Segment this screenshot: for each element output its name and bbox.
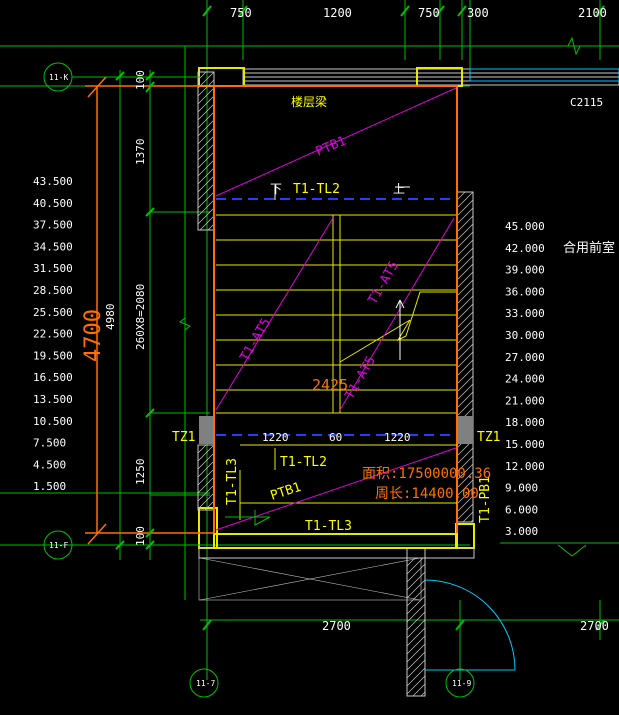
dim-1200: 1200 [323, 6, 352, 20]
label-60: 60 [329, 431, 342, 444]
dim-1250: 1250 [134, 459, 147, 486]
right-elevation-8: 21.000 [505, 394, 545, 407]
bottom-dimension-labels: 2700 2700 [322, 619, 609, 633]
dim-1370: 1370 [134, 139, 147, 166]
left-elevation-12: 7.500 [33, 437, 66, 450]
axis-labels: 11-K 11-F 11-7 11-9 [49, 73, 471, 688]
label-tl3-left: T1-TL3 [225, 458, 240, 505]
bottom-wall-cross [198, 557, 422, 601]
left-elevation-4: 31.500 [33, 262, 73, 275]
dim-2700-b: 2700 [580, 619, 609, 633]
door-swing-arc [424, 579, 516, 671]
label-down: 下 [270, 182, 282, 196]
break-line-icon [339, 291, 456, 363]
axis-label-11f: 11-F [49, 541, 68, 550]
label-floor-beam: 楼层梁 [291, 94, 327, 109]
right-elevation-2: 39.000 [505, 264, 545, 277]
label-1220-right: 1220 [384, 431, 411, 444]
left-elevation-2: 37.500 [33, 219, 73, 232]
left-elevation-14: 1.500 [33, 480, 66, 493]
label-tz1-left: TZ1 [172, 430, 195, 445]
door-wall-stub [406, 547, 426, 697]
left-elevation-6: 25.500 [33, 306, 73, 319]
dim-2100: 2100 [578, 6, 607, 20]
right-elevation-13: 6.000 [505, 503, 538, 516]
top-dimension-labels: 750 1200 750 300 2100 [230, 6, 607, 20]
label-at5-right: T1-AT5 [365, 259, 401, 307]
dim-flight: 260X8=2080 [134, 284, 147, 350]
left-elevation-10: 13.500 [33, 393, 73, 406]
right-elevation-1: 42.000 [505, 242, 545, 255]
right-elevation-6: 27.000 [505, 351, 545, 364]
label-area: 面积:17500000.36 [362, 466, 491, 482]
dim-4700: 4700 [81, 309, 106, 362]
right-elevation-4: 33.000 [505, 307, 545, 320]
label-1220-left: 1220 [262, 431, 289, 444]
label-tl2-bottom: T1-TL2 [280, 455, 327, 470]
dim-100-bottom: 100 [134, 526, 147, 546]
dim-4980: 4980 [104, 304, 117, 331]
label-tl2-top: T1-TL2 [293, 182, 340, 197]
cad-drawing-stage: 750 1200 750 300 2100 2700 2700 11-K 11-… [0, 0, 619, 715]
right-elevation-11: 12.000 [505, 460, 545, 473]
left-elevation-13: 4.500 [33, 458, 66, 471]
label-ptb1-top: PTB1 [314, 134, 349, 160]
right-elevation-0: 45.000 [505, 220, 545, 233]
stair-plan-drawing: 750 1200 750 300 2100 2700 2700 11-K 11-… [0, 0, 619, 698]
left-elevation-1: 40.500 [33, 197, 73, 210]
dim-750-b: 750 [418, 6, 440, 20]
level-triangle-icon [557, 544, 587, 557]
tz1-column-left [199, 416, 214, 444]
dim-750-a: 750 [230, 6, 252, 20]
plan-labels: 楼层梁 C2115 合用前室 PTB1 T1-TL2 下 上 T1-AT5 T1… [172, 94, 615, 534]
dashed-beams [216, 198, 456, 436]
dim-100-top: 100 [134, 70, 147, 90]
label-perimeter: 周长:14400.00 [375, 486, 479, 502]
label-window: C2115 [570, 96, 603, 109]
label-tl3-bottom: T1-TL3 [305, 519, 352, 534]
left-dimension-labels: 4980 100 1370 260X8=2080 1250 100 [104, 70, 147, 546]
label-room: 合用前室 [563, 240, 615, 256]
label-ptb1-bottom: PTB1 [269, 480, 303, 504]
label-pb1: T1-PB1 [478, 476, 493, 523]
door-wall-hatch [406, 557, 426, 697]
arrow-up-icon [395, 299, 405, 360]
label-tz1-right: TZ1 [477, 430, 500, 445]
left-elevation-3: 34.500 [33, 240, 73, 253]
right-elevation-14: 3.000 [505, 525, 538, 538]
break-line-icon [540, 36, 619, 56]
right-elevation-3: 36.000 [505, 285, 545, 298]
diagonals [215, 87, 457, 531]
right-elevation-10: 15.000 [505, 438, 545, 451]
right-elevation-list: 45.000 42.000 39.000 36.000 33.000 30.000 27.0… [505, 220, 545, 538]
dim-300: 300 [467, 6, 489, 20]
left-elevation-8: 19.500 [33, 349, 73, 362]
bottom-wall [198, 547, 475, 559]
left-elevation-list: 43.500 40.500 37.500 34.500 31.500 28.500 25.5… [33, 175, 73, 493]
right-elevation-7: 24.000 [505, 373, 545, 386]
axis-bubbles [43, 62, 475, 698]
right-elevation-5: 30.000 [505, 329, 545, 342]
dim-2700-a: 2700 [322, 619, 351, 633]
label-2425: 2425 [312, 376, 348, 394]
label-up: 上 [393, 182, 405, 196]
right-elevation-9: 18.000 [505, 416, 545, 429]
landing-beam [213, 533, 458, 549]
axis-label-11k: 11-K [49, 73, 68, 82]
left-elevation-7: 22.500 [33, 328, 73, 341]
axis-label-11-7: 11-7 [196, 679, 215, 688]
left-elevation-9: 16.500 [33, 371, 73, 384]
left-elevation-11: 10.500 [33, 415, 73, 428]
right-elevation-12: 9.000 [505, 482, 538, 495]
left-elevation-0: 43.500 [33, 175, 73, 188]
axis-label-11-9: 11-9 [452, 679, 471, 688]
left-elevation-5: 28.500 [33, 284, 73, 297]
tz1-column-right [458, 416, 473, 444]
top-wall [242, 68, 619, 86]
